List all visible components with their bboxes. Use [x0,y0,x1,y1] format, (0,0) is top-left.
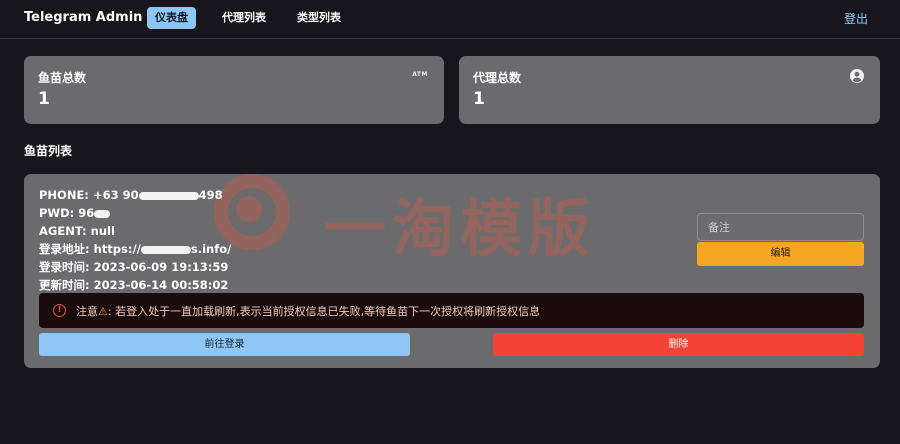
alert-message: : 若登入处于一直加载刷新,表示当前授权信息已失败,等待鱼苗下一次授权将刷新授权… [107,305,541,318]
fish-item-card: 一淘模版 PHONE: +63 90 498 PWD: 96 AGENT: nul… [24,174,880,368]
nav-dashboard[interactable]: 仪表盘 [147,7,196,29]
agent-total-card: 代理总数 1 [459,56,880,124]
pwd-line: PWD: 96 [39,204,231,222]
fish-total-label: 鱼苗总数 [38,71,87,85]
fish-total-card: 鱼苗总数 1 ATM [24,56,444,124]
user-circle-icon [850,69,864,83]
goto-login-button[interactable]: 前往登录 [39,333,410,356]
nav-agent-list[interactable]: 代理列表 [214,7,274,29]
watermark-text: 一淘模版 [324,192,597,265]
login-time-line: 登录时间: 2023-06-09 19:13:59 [39,260,229,274]
fish-total-value: 1 [38,89,50,109]
agent-total-value: 1 [473,89,485,109]
top-navbar: Telegram Admin 仪表盘 代理列表 类型列表 登出 [0,0,900,39]
redaction-mask [138,191,199,200]
login-url-line: 登录地址: https://s.info/ [39,242,232,256]
warning-alert: ! 注意⚠: 若登入处于一直加载刷新,表示当前授权信息已失败,等待鱼苗下一次授权… [39,293,864,328]
phone-line: PHONE: +63 90 498 [39,188,223,202]
nav-type-list[interactable]: 类型列表 [289,7,349,29]
redaction-mask [94,209,111,218]
fish-info: PHONE: +63 90 498 PWD: 96 AGENT: null 登录地… [39,186,231,294]
agent-line: AGENT: null [39,224,115,238]
watermark: 一淘模版 [214,174,694,265]
warning-triangle-icon: ⚠ [98,305,108,318]
atm-icon: ATM [412,71,428,78]
fish-list-title: 鱼苗列表 [24,144,73,158]
brand-title[interactable]: Telegram Admin [24,10,142,25]
agent-total-label: 代理总数 [473,71,522,85]
logout-link[interactable]: 登出 [844,10,868,27]
edit-button[interactable]: 编辑 [697,242,864,266]
redaction-mask [140,245,191,254]
remark-input[interactable] [697,213,864,241]
alert-circle-icon: ! [53,304,66,317]
alert-prefix: 注意 [76,305,98,318]
update-time-line: 更新时间: 2023-06-14 00:58:02 [39,278,229,292]
delete-button[interactable]: 删除 [493,333,864,356]
